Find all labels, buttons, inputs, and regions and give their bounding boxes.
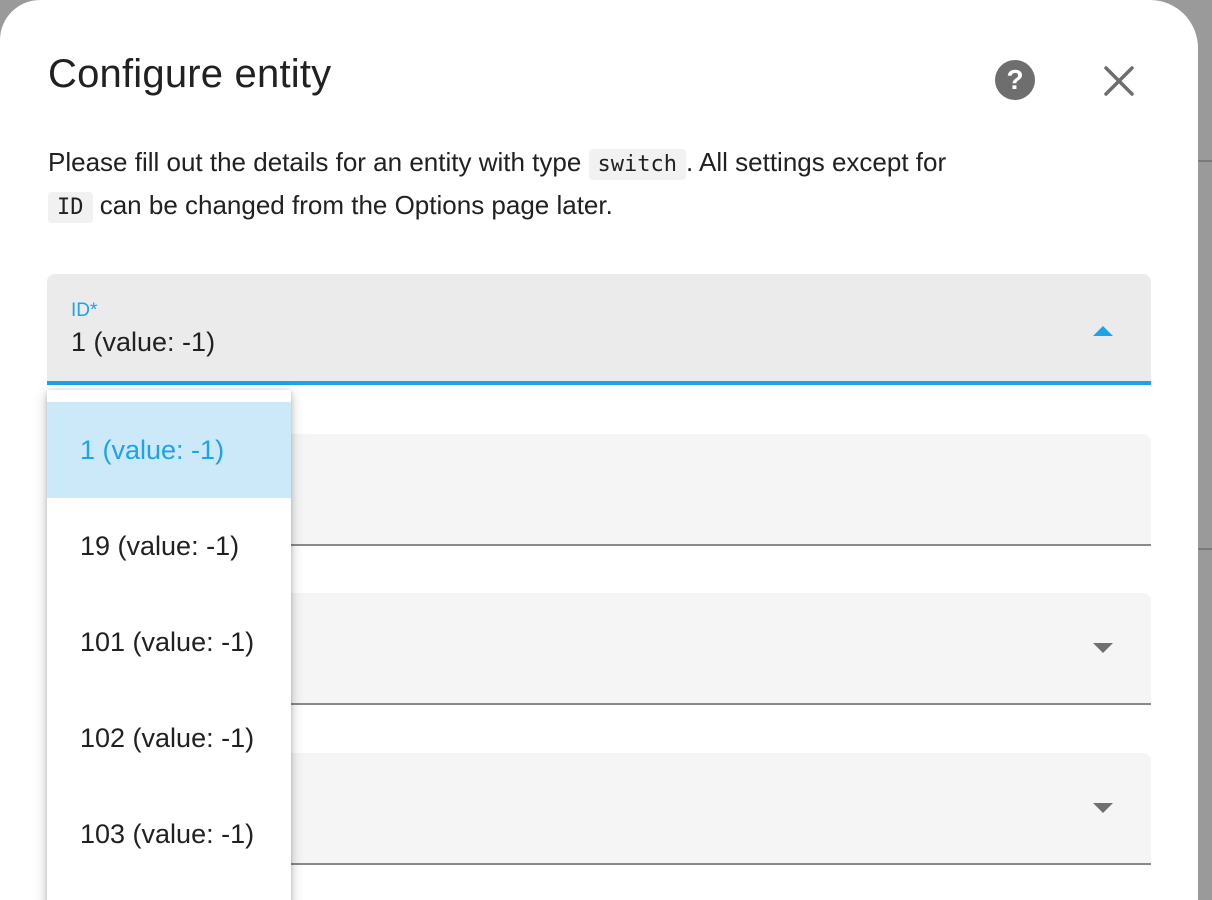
dialog-description: Please fill out the details for an entit…: [48, 142, 1148, 228]
dropdown-option[interactable]: 103 (value: -1): [47, 786, 291, 882]
description-text: Please fill out the details for an entit…: [48, 147, 589, 177]
chevron-down-icon[interactable]: [1093, 643, 1113, 653]
entity-type-code: switch: [588, 149, 686, 180]
id-select-field[interactable]: ID* 1 (value: -1): [47, 274, 1151, 385]
dialog-title: Configure entity: [48, 52, 332, 96]
dropdown-option[interactable]: 19 (value: -1): [47, 498, 291, 594]
id-field-value: 1 (value: -1): [71, 327, 216, 357]
chevron-up-icon[interactable]: [1093, 326, 1113, 336]
description-text: can be changed from the Options page lat…: [92, 190, 613, 220]
dropdown-option[interactable]: 102 (value: -1): [47, 690, 291, 786]
help-circle-icon[interactable]: ?: [994, 59, 1036, 101]
description-text: . All settings except for: [686, 147, 947, 177]
background-divider: [1198, 548, 1212, 550]
background-divider: [1198, 160, 1212, 162]
dropdown-option[interactable]: 1 (value: -1): [47, 402, 291, 498]
dropdown-option[interactable]: 101 (value: -1): [47, 594, 291, 690]
svg-text:?: ?: [1006, 64, 1023, 95]
configure-entity-dialog: Configure entity ? Please fill out the d…: [0, 0, 1198, 900]
id-field-label: ID*: [71, 300, 98, 321]
close-icon[interactable]: [1098, 60, 1140, 102]
chevron-down-icon[interactable]: [1093, 803, 1113, 813]
id-code: ID: [48, 192, 93, 223]
id-dropdown-menu: 1 (value: -1) 19 (value: -1) 101 (value:…: [47, 390, 291, 900]
